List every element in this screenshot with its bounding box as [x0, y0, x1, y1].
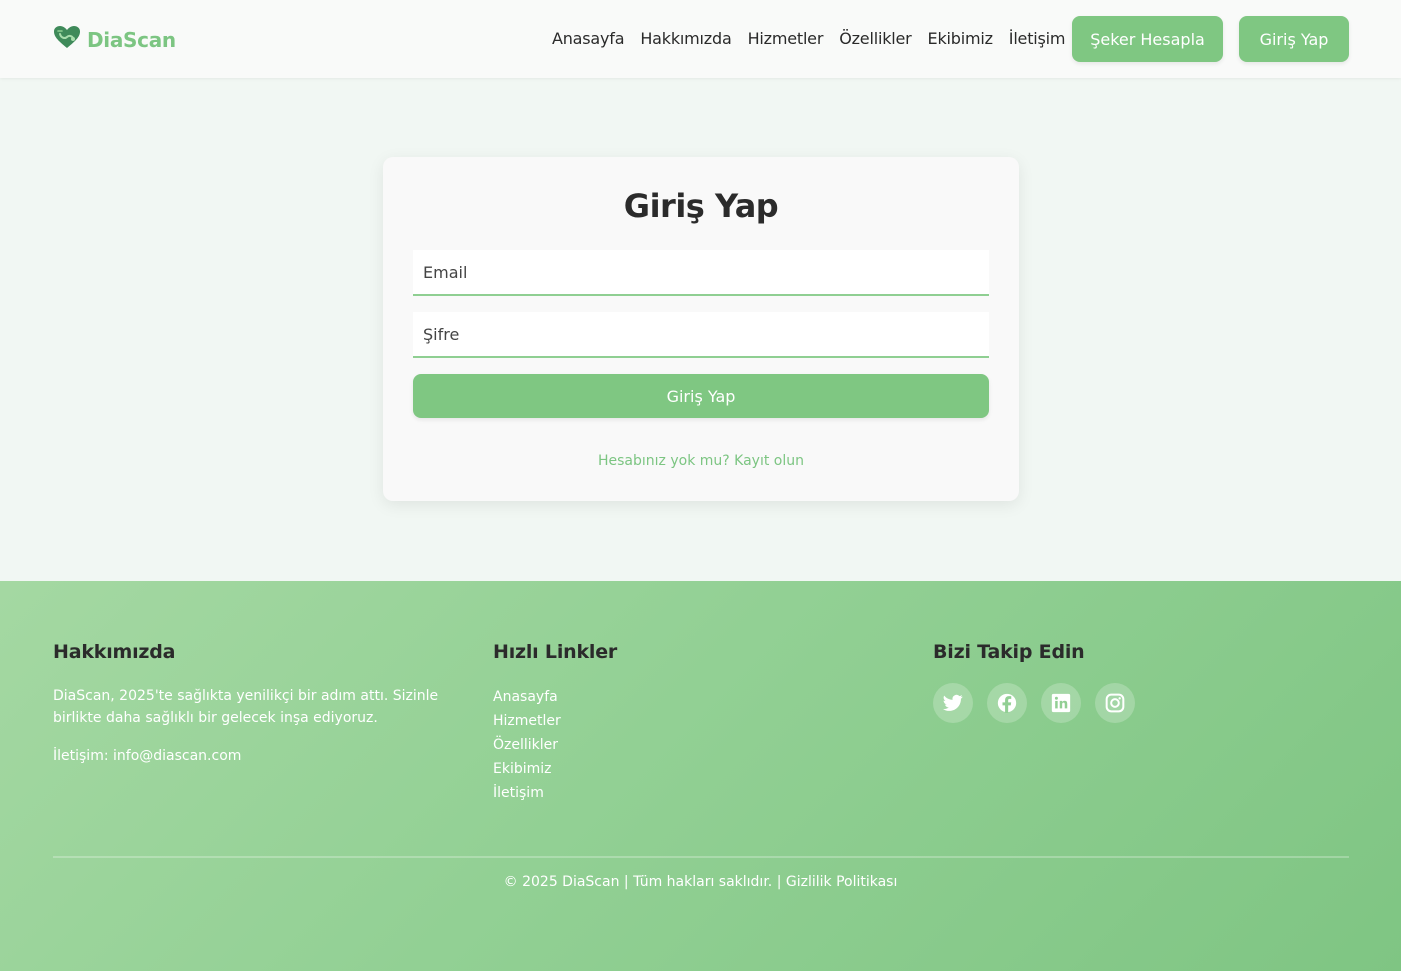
login-title: Giriş Yap	[623, 187, 779, 225]
login-card: Giriş Yap Giriş Yap Hesabınız yok mu? Ka…	[383, 157, 1019, 501]
header-login-button[interactable]: Giriş Yap	[1239, 16, 1349, 62]
main-nav: Anasayfa Hakkımızda Hizmetler Özellikler…	[552, 29, 1081, 48]
footer-about-text: DiaScan, 2025'te sağlıkta yenilikçi bir …	[53, 688, 439, 726]
nav-hakkimizda[interactable]: Hakkımızda	[640, 29, 731, 48]
heart-stethoscope-icon	[53, 25, 81, 54]
nav-ekibimiz[interactable]: Ekibimiz	[928, 29, 993, 48]
linkedin-icon[interactable]	[1041, 683, 1081, 723]
site-header: DiaScan Anasayfa Hakkımızda Hizmetler Öz…	[0, 0, 1401, 78]
nav-anasayfa[interactable]: Anasayfa	[552, 29, 625, 48]
seker-hesapla-button[interactable]: Şeker Hesapla	[1072, 16, 1223, 62]
nav-hizmetler[interactable]: Hizmetler	[748, 29, 824, 48]
register-link[interactable]: Hesabınız yok mu? Kayıt olun	[383, 453, 1019, 469]
logo[interactable]: DiaScan	[53, 25, 176, 54]
footer-follow: Bizi Takip Edin	[933, 641, 1333, 723]
footer-about: Hakkımızda DiaScan, 2025'te sağlıkta yen…	[53, 641, 453, 767]
footer-link-ekibimiz[interactable]: Ekibimiz	[493, 761, 552, 777]
footer-follow-heading: Bizi Takip Edin	[933, 641, 1085, 663]
social-links	[933, 683, 1333, 723]
footer-about-heading: Hakkımızda	[53, 641, 176, 663]
password-field[interactable]	[413, 312, 989, 358]
footer-copyright: © 2025 DiaScan | Tüm hakları saklıdır. |…	[503, 874, 898, 890]
facebook-icon[interactable]	[987, 683, 1027, 723]
instagram-icon[interactable]	[1095, 683, 1135, 723]
email-field[interactable]	[413, 250, 989, 296]
footer-link-ozellikler[interactable]: Özellikler	[493, 737, 558, 753]
footer-links-list: Anasayfa Hizmetler Özellikler Ekibimiz İ…	[493, 685, 793, 805]
twitter-icon[interactable]	[933, 683, 973, 723]
logo-text: DiaScan	[87, 27, 176, 52]
footer-quick-links: Hızlı Linkler Anasayfa Hizmetler Özellik…	[493, 641, 793, 805]
footer-contact: İletişim: info@diascan.com	[53, 748, 242, 764]
nav-ozellikler[interactable]: Özellikler	[839, 29, 912, 48]
footer-link-anasayfa[interactable]: Anasayfa	[493, 689, 558, 705]
footer-divider	[53, 856, 1349, 858]
footer-link-iletisim[interactable]: İletişim	[493, 785, 544, 801]
nav-iletisim[interactable]: İletişim	[1009, 29, 1066, 48]
footer-link-hizmetler[interactable]: Hizmetler	[493, 713, 561, 729]
login-submit-button[interactable]: Giriş Yap	[413, 374, 989, 418]
site-footer: Hakkımızda DiaScan, 2025'te sağlıkta yen…	[0, 581, 1401, 971]
footer-links-heading: Hızlı Linkler	[493, 641, 618, 663]
